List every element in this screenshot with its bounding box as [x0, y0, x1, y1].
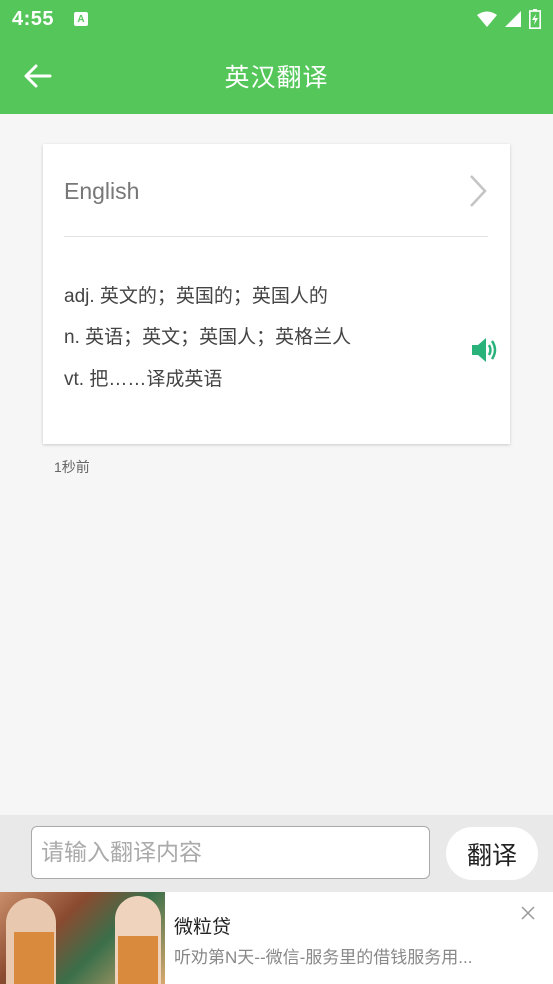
definition-line: vt. 把……译成英语: [64, 369, 223, 390]
speaker-icon: [472, 338, 497, 362]
translate-input[interactable]: [31, 826, 430, 879]
signal-icon: [505, 11, 521, 27]
source-word: English: [64, 178, 140, 204]
status-time: 4:55: [12, 7, 55, 30]
card-divider: [64, 236, 488, 237]
translate-button[interactable]: 翻译: [446, 827, 538, 880]
ad-image[interactable]: [0, 892, 165, 984]
result-timestamp: 1秒前: [54, 459, 90, 475]
ad-banner[interactable]: 微粒贷 听劝第N天--微信-服务里的借钱服务用...: [0, 892, 553, 984]
ad-description[interactable]: 听劝第N天--微信-服务里的借钱服务用...: [174, 943, 509, 968]
detail-chevron-button[interactable]: [468, 174, 488, 213]
pronounce-button[interactable]: [470, 336, 500, 369]
back-button[interactable]: [18, 56, 58, 96]
back-arrow-icon: [24, 64, 52, 88]
status-bar: 4:55 A: [0, 0, 553, 38]
definition-line: n. 英语；英文；英国人；英格兰人: [64, 327, 352, 348]
page-title: 英汉翻译: [224, 64, 329, 92]
translation-result-card[interactable]: English adj. 英文的；英国的；英国人的 n. 英语；英文；英国人；英…: [43, 144, 510, 444]
ad-close-button[interactable]: [521, 906, 535, 925]
definition-line: adj. 英文的；英国的；英国人的: [64, 286, 328, 307]
chevron-right-icon: [470, 175, 487, 207]
battery-icon: [529, 9, 541, 29]
close-icon: [521, 906, 535, 920]
status-icons: [477, 9, 541, 29]
app-bar: 英汉翻译: [0, 38, 553, 114]
input-bar: 翻译: [0, 815, 553, 892]
ad-title[interactable]: 微粒贷: [174, 912, 231, 939]
wifi-icon: [477, 11, 497, 27]
app-notification-icon: A: [74, 12, 89, 26]
